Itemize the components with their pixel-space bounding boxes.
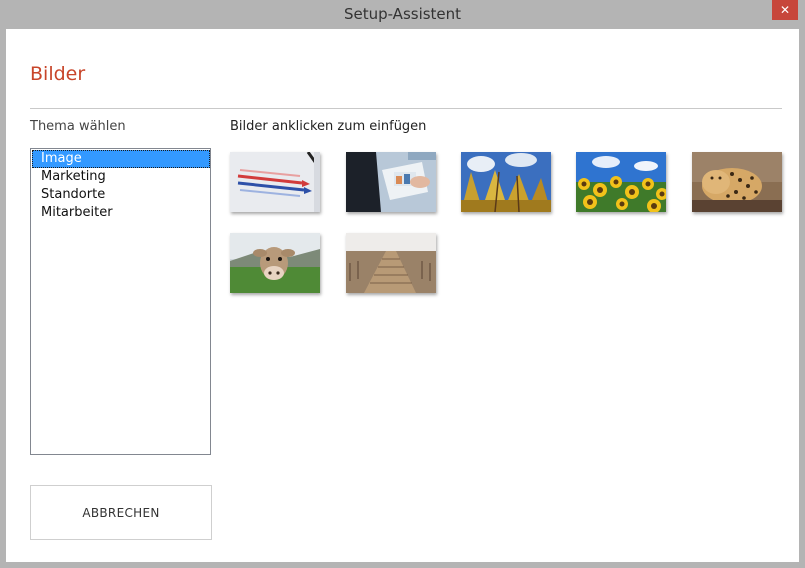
sunflowers-field-image[interactable] — [576, 152, 666, 212]
autumn-trees-sky-image[interactable] — [461, 152, 551, 212]
theme-item-marketing[interactable]: Marketing — [32, 168, 210, 186]
wooden-boardwalk-image[interactable] — [346, 233, 436, 293]
leopard-image[interactable] — [692, 152, 782, 212]
setup-window: Setup-Assistent ✕ Bilder Thema wählen Im… — [0, 0, 805, 568]
close-button[interactable]: ✕ — [772, 0, 798, 20]
business-tablet-image[interactable] — [346, 152, 436, 212]
theme-item-mitarbeiter[interactable]: Mitarbeiter — [32, 204, 210, 222]
theme-item-standorte[interactable]: Standorte — [32, 186, 210, 204]
theme-item-image[interactable]: Image — [32, 150, 210, 168]
page-title: Bilder — [30, 63, 86, 85]
images-instruction: Bilder anklicken zum einfügen — [230, 119, 427, 134]
cow-meadow-image[interactable] — [230, 233, 320, 293]
cancel-button[interactable]: ABBRECHEN — [30, 485, 212, 540]
divider — [30, 108, 782, 109]
close-icon: ✕ — [779, 3, 791, 17]
theme-label: Thema wählen — [30, 119, 126, 134]
window-title: Setup-Assistent — [343, 5, 462, 23]
theme-listbox[interactable]: Image Marketing Standorte Mitarbeiter — [30, 148, 211, 455]
title-bar[interactable]: Setup-Assistent ✕ — [0, 0, 805, 28]
dialog-content: Bilder Thema wählen Image Marketing Stan… — [6, 29, 799, 562]
chart-arrows-image[interactable] — [230, 152, 320, 212]
